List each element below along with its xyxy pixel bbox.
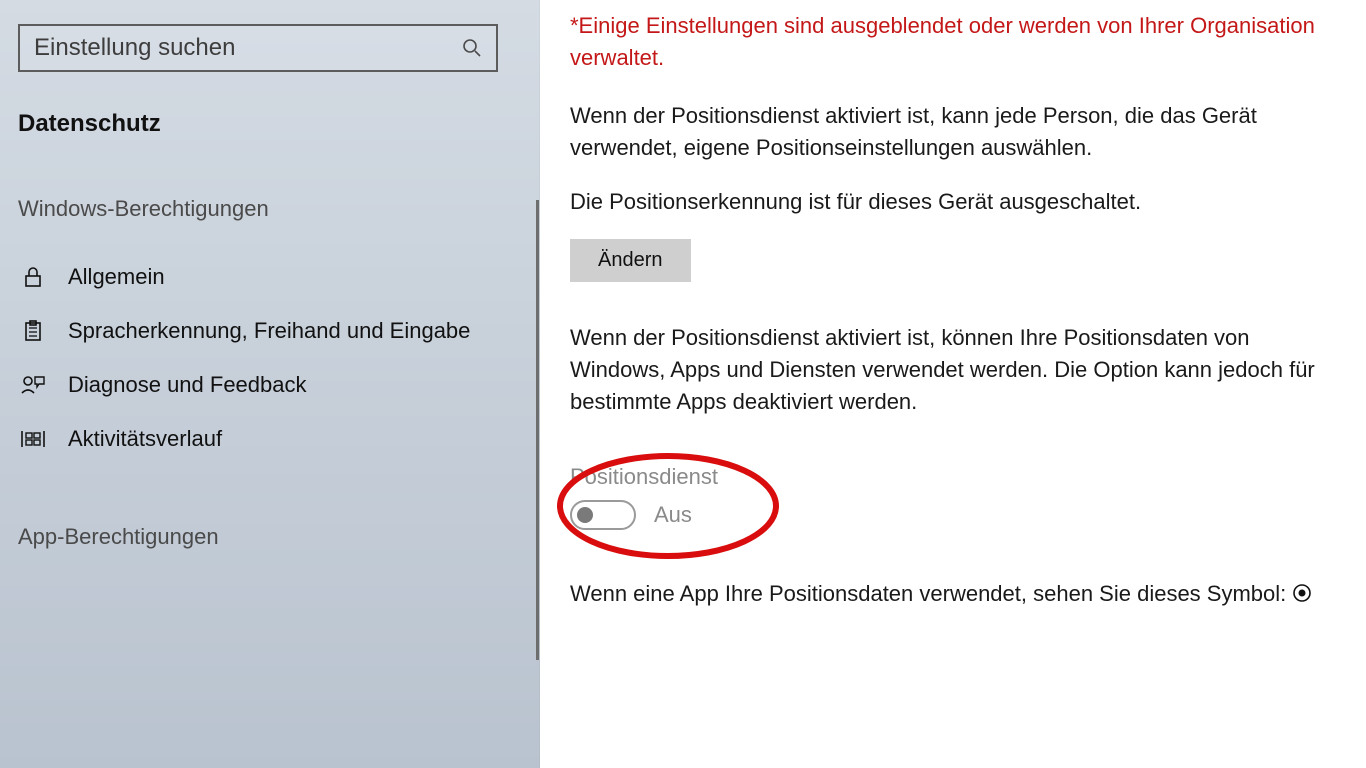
search-icon [462,38,482,58]
sidebar-item-label: Diagnose und Feedback [68,372,307,398]
toggle-knob [577,507,593,523]
scrollbar-thumb[interactable] [536,200,539,660]
settings-main: *Einige Einstellungen sind ausgeblendet … [540,0,1366,768]
feedback-icon [18,373,48,397]
location-service-toggle[interactable] [570,500,636,530]
settings-sidebar: Einstellung suchen Datenschutz Windows-B… [0,0,540,768]
sidebar-group-windows-permissions: Windows-Berechtigungen [0,196,539,222]
change-button[interactable]: Ändern [570,239,691,282]
timeline-icon [18,427,48,451]
sidebar-section-privacy: Datenschutz [0,110,539,138]
sidebar-item-label: Allgemein [68,264,165,290]
sidebar-item-label: Aktivitätsverlauf [68,426,222,452]
lock-icon [18,265,48,289]
search-placeholder: Einstellung suchen [34,34,235,62]
sidebar-item-general[interactable]: Allgemein [0,250,539,304]
location-description-2: Wenn der Positionsdienst aktiviert ist, … [570,322,1336,418]
location-symbol-text: Wenn eine App Ihre Positionsdaten verwen… [570,578,1336,612]
search-input[interactable]: Einstellung suchen [18,24,498,72]
location-indicator-icon [1292,580,1312,612]
sidebar-item-label: Spracherkennung, Freihand und Eingabe [68,318,470,344]
org-managed-warning: *Einige Einstellungen sind ausgeblendet … [570,10,1336,74]
sidebar-nav: Allgemein Spracherkennung, Freihand und … [0,250,539,466]
toggle-state-text: Aus [654,502,692,528]
sidebar-item-diagnostics[interactable]: Diagnose und Feedback [0,358,539,412]
location-description-1: Wenn der Positionsdienst aktiviert ist, … [570,100,1336,164]
location-device-status: Die Positionserkennung ist für dieses Ge… [570,186,1336,218]
sidebar-item-speech-inking[interactable]: Spracherkennung, Freihand und Eingabe [0,304,539,358]
toggle-label: Positionsdienst [570,464,718,490]
location-symbol-prefix: Wenn eine App Ihre Positionsdaten verwen… [570,581,1292,606]
location-service-toggle-region: Positionsdienst Aus [570,464,718,530]
sidebar-group-app-permissions: App-Berechtigungen [0,524,539,550]
sidebar-item-activity-history[interactable]: Aktivitätsverlauf [0,412,539,466]
clipboard-icon [18,319,48,343]
